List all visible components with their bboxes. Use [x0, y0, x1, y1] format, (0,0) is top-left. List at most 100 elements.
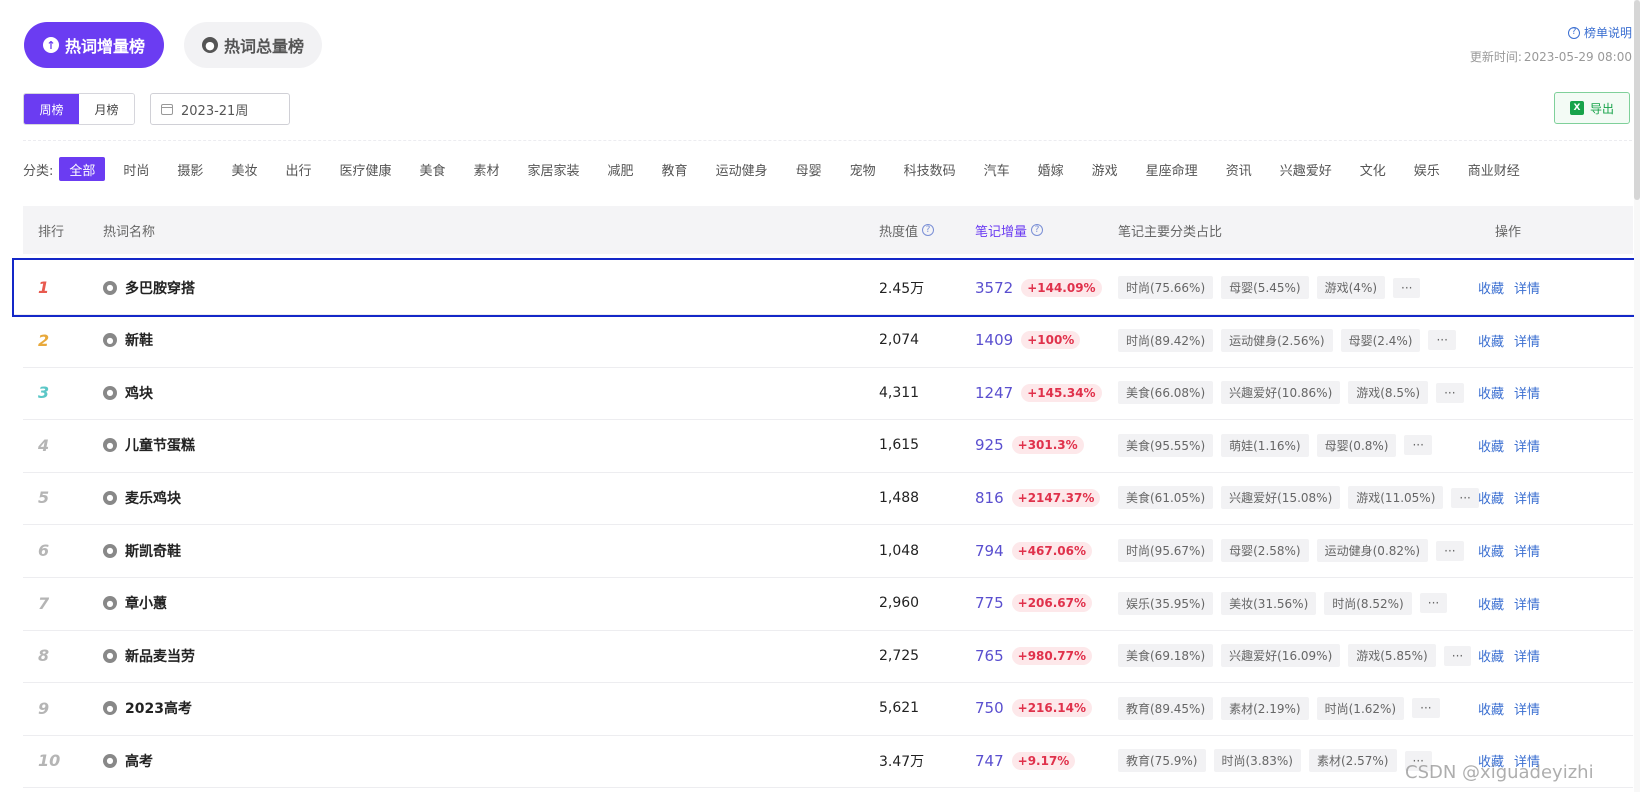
share-tag: 游戏(8.5%): [1348, 381, 1429, 405]
table-row[interactable]: 7 ● 章小蕙 2,960 775 +206.67% 娱乐(35.95%) 美妆(…: [23, 576, 1633, 631]
keyword-cell[interactable]: ● 新鞋: [103, 313, 153, 368]
keyword-cell[interactable]: ● 麦乐鸡块: [103, 470, 181, 525]
table-row[interactable]: 10 ● 高考 3.47万 747 +9.17% 教育(75.9%) 时尚(3.8…: [23, 733, 1633, 789]
keyword-cell[interactable]: ● 章小蕙: [103, 576, 167, 631]
share-tag: 游戏(5.85%): [1348, 644, 1436, 668]
arrow-up-icon: ↑: [42, 37, 59, 53]
favorite-button[interactable]: 收藏: [1478, 383, 1504, 402]
question-icon[interactable]: ?: [1031, 224, 1044, 236]
category-0[interactable]: 全部: [59, 157, 106, 181]
detail-button[interactable]: 详情: [1514, 699, 1540, 718]
detail-button[interactable]: 详情: [1514, 383, 1540, 402]
tab-total-ranking[interactable]: ● 热词总量榜: [184, 22, 322, 68]
table-row[interactable]: 8 ● 新品麦当劳 2,725 765 +980.77% 美食(69.18%) 兴…: [23, 628, 1633, 684]
export-button[interactable]: X 导出: [1554, 92, 1630, 124]
category-7[interactable]: 素材: [464, 157, 510, 181]
category-6[interactable]: 美食: [409, 157, 455, 181]
detail-button[interactable]: 详情: [1514, 646, 1540, 665]
category-8[interactable]: 家居家装: [518, 157, 590, 181]
divider: [23, 140, 1632, 141]
table-row[interactable]: 5 ● 麦乐鸡块 1,488 816 +2147.37% 美食(61.05%) 兴…: [23, 470, 1633, 526]
favorite-button[interactable]: 收藏: [1478, 436, 1504, 455]
keyword-cell[interactable]: ● 多巴胺穿搭: [103, 260, 195, 315]
more-tags-button[interactable]: ···: [1393, 277, 1421, 298]
keyword-cell[interactable]: ● 2023高考: [103, 681, 192, 736]
more-tags-button[interactable]: ···: [1404, 435, 1432, 456]
detail-button[interactable]: 详情: [1514, 436, 1540, 455]
category-18[interactable]: 星座命理: [1136, 157, 1208, 181]
rules-link-label: 榜单说明: [1583, 26, 1632, 40]
table-row[interactable]: 4 ● 儿童节蛋糕 1,615 925 +301.3% 美食(95.55%) 萌娃…: [23, 418, 1633, 473]
category-3[interactable]: 美妆: [221, 157, 267, 181]
favorite-button[interactable]: 收藏: [1478, 594, 1504, 613]
row-actions: 收藏 详情: [1478, 470, 1540, 525]
more-tags-button[interactable]: ···: [1419, 593, 1448, 614]
more-tags-button[interactable]: ···: [1451, 487, 1479, 508]
category-17[interactable]: 游戏: [1082, 157, 1128, 181]
tab-increment-ranking[interactable]: ↑ 热词增量榜: [24, 22, 164, 68]
rules-link[interactable]: ? 榜单说明: [1567, 24, 1632, 41]
table-row[interactable]: 9 ● 2023高考 5,621 750 +216.14% 教育(89.45%)…: [23, 681, 1633, 736]
scrollbar[interactable]: [1634, 0, 1640, 792]
favorite-button[interactable]: 收藏: [1478, 331, 1504, 350]
row-actions: 收藏 详情: [1478, 365, 1540, 420]
period-month-button[interactable]: 月榜: [79, 94, 134, 124]
keyword-cell[interactable]: ● 儿童节蛋糕: [103, 418, 195, 473]
more-tags-button[interactable]: ···: [1428, 330, 1456, 351]
category-11[interactable]: 运动健身: [706, 157, 778, 181]
category-23[interactable]: 商业财经: [1458, 157, 1530, 181]
table-row[interactable]: 6 ● 斯凯奇鞋 1,048 794 +467.06% 时尚(95.67%) 母婴…: [23, 523, 1633, 578]
increase-percent-badge: +2147.37%: [1011, 488, 1101, 507]
keyword-cell[interactable]: ● 鸡块: [103, 365, 153, 420]
header-heat[interactable]: 热度值 ?: [879, 206, 935, 254]
row-actions: 收藏 详情: [1478, 418, 1540, 473]
share-tags: 教育(75.9%) 时尚(3.83%) 素材(2.57%) ···: [1118, 733, 1432, 788]
header-increase[interactable]: 笔记增量 ?: [975, 206, 1044, 254]
category-5[interactable]: 医疗健康: [329, 157, 401, 181]
category-22[interactable]: 娱乐: [1404, 157, 1450, 181]
favorite-button[interactable]: 收藏: [1478, 699, 1504, 718]
question-icon[interactable]: ?: [922, 224, 935, 236]
increase-cell: 3572 +144.09%: [975, 260, 1102, 315]
keyword-cell[interactable]: ● 高考: [103, 733, 153, 788]
scrollbar-thumb[interactable]: [1634, 0, 1640, 200]
table-row[interactable]: 1 ● 多巴胺穿搭 2.45万 3572 +144.09% 时尚(75.66%)…: [12, 258, 1638, 317]
category-12[interactable]: 母婴: [786, 157, 832, 181]
favorite-button[interactable]: 收藏: [1478, 646, 1504, 665]
table-row[interactable]: 2 ● 新鞋 2,074 1409 +100% 时尚(89.42%) 运动健身(2…: [23, 313, 1633, 368]
category-2[interactable]: 摄影: [167, 157, 213, 181]
category-9[interactable]: 减肥: [598, 157, 644, 181]
category-19[interactable]: 资讯: [1216, 157, 1262, 181]
more-tags-button[interactable]: ···: [1412, 698, 1440, 719]
week-picker[interactable]: 2023-21周: [150, 93, 290, 125]
detail-button[interactable]: 详情: [1514, 278, 1540, 297]
more-tags-button[interactable]: ···: [1443, 645, 1472, 666]
favorite-button[interactable]: 收藏: [1478, 278, 1504, 297]
category-1[interactable]: 时尚: [113, 157, 159, 181]
category-20[interactable]: 兴趣爱好: [1270, 157, 1342, 181]
keyword-cell[interactable]: ● 斯凯奇鞋: [103, 523, 181, 578]
header-heat-label: 热度值: [879, 224, 919, 240]
period-week-button[interactable]: 周榜: [24, 94, 79, 124]
category-14[interactable]: 科技数码: [894, 157, 966, 181]
detail-button[interactable]: 详情: [1514, 331, 1540, 350]
category-4[interactable]: 出行: [275, 157, 321, 181]
favorite-button[interactable]: 收藏: [1478, 541, 1504, 560]
detail-button[interactable]: 详情: [1514, 594, 1540, 613]
table-row[interactable]: 3 ● 鸡块 4,311 1247 +145.34% 美食(66.08%) 兴趣爱…: [23, 365, 1633, 421]
category-15[interactable]: 汽车: [974, 157, 1020, 181]
more-tags-button[interactable]: ···: [1436, 540, 1464, 561]
favorite-button[interactable]: 收藏: [1478, 488, 1504, 507]
share-tag: 兴趣爱好(10.86%): [1221, 381, 1341, 405]
increase-value: 747: [975, 751, 1004, 770]
category-13[interactable]: 宠物: [840, 157, 886, 181]
detail-button[interactable]: 详情: [1514, 541, 1540, 560]
category-16[interactable]: 婚嫁: [1028, 157, 1074, 181]
keyword-cell[interactable]: ● 新品麦当劳: [103, 628, 195, 683]
detail-button[interactable]: 详情: [1514, 488, 1540, 507]
category-21[interactable]: 文化: [1350, 157, 1396, 181]
category-10[interactable]: 教育: [652, 157, 698, 181]
rank-number: 6: [38, 541, 50, 560]
more-tags-button[interactable]: ···: [1436, 382, 1464, 403]
increase-value: 775: [975, 594, 1004, 613]
